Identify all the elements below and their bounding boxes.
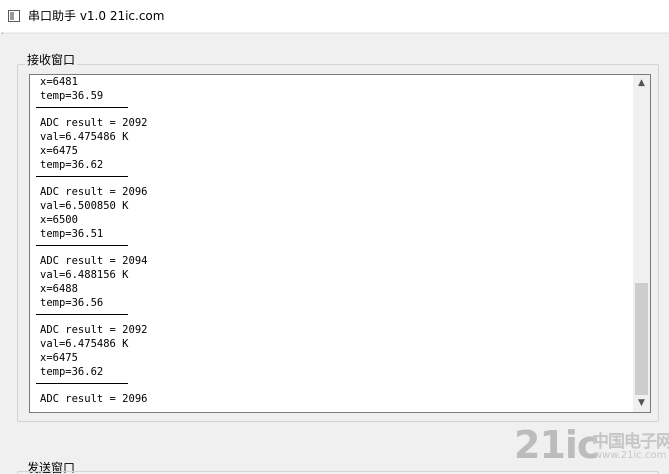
receive-line: val=6.488156 K (40, 269, 129, 281)
window-title: 串口助手 v1.0 21ic.com (28, 9, 165, 23)
scroll-thumb[interactable] (635, 283, 648, 395)
receive-line: temp=36.62 (40, 159, 104, 171)
receive-line: ADC result = 2092 (40, 117, 148, 129)
receive-line: ADC result = 2096 (40, 393, 148, 405)
receive-text-content: x=6481 temp=36.59 ADC result = 2092 val=6.4… (36, 75, 630, 406)
receive-line: x=6500 (40, 214, 78, 226)
watermark-url: www.21ic.com (594, 450, 667, 461)
watermark-logo: 21ic 中国电子网 www.21ic.com (514, 423, 669, 468)
watermark-21ic: 21ic (514, 423, 599, 467)
receive-line: val=6.500850 K (40, 200, 129, 212)
receive-line: x=6481 (40, 76, 78, 88)
receive-line: temp=36.51 (40, 228, 104, 240)
receive-line: temp=36.62 (40, 366, 104, 378)
receive-line: temp=36.59 (40, 90, 104, 102)
receive-separator-rule (36, 245, 128, 246)
receive-line: val=6.475486 K (40, 338, 129, 350)
receive-separator-rule (36, 314, 128, 315)
receive-line: val=6.475486 K (40, 131, 129, 143)
receive-line: x=6488 (40, 283, 78, 295)
receive-group-label: 接收窗口 (25, 53, 78, 67)
receive-separator-rule (36, 383, 128, 384)
title-bar: 串口助手 v1.0 21ic.com (0, 0, 669, 32)
scroll-up-arrow-icon[interactable]: ▲ (633, 75, 650, 92)
watermark-cn-text: 中国电子网 (592, 432, 669, 452)
receive-textarea[interactable]: x=6481 temp=36.59 ADC result = 2092 val=6.4… (29, 74, 651, 413)
receive-line: temp=36.56 (40, 297, 104, 309)
receive-line: ADC result = 2096 (40, 186, 148, 198)
receive-line: x=6475 (40, 352, 78, 364)
receive-line: ADC result = 2094 (40, 255, 148, 267)
small-marker: ' (2, 32, 4, 39)
receive-line: x=6475 (40, 145, 78, 157)
receive-line: ADC result = 2092 (40, 324, 148, 336)
scroll-down-arrow-icon[interactable]: ▼ (633, 395, 650, 412)
receive-separator-rule (36, 176, 128, 177)
receive-separator-rule (36, 107, 128, 108)
vertical-scrollbar[interactable]: ▲ ▼ (633, 75, 650, 412)
app-window-icon (8, 10, 20, 22)
menu-separator (0, 33, 669, 34)
